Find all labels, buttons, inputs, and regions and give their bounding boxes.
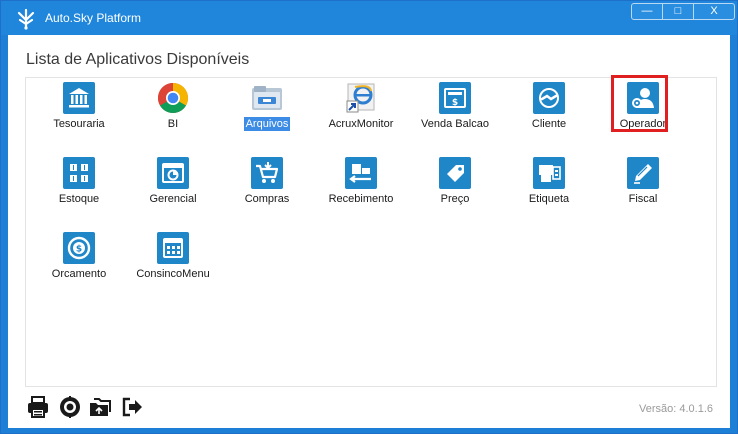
app-label: Tesouraria xyxy=(53,118,105,130)
app-operador[interactable]: Operador xyxy=(596,78,690,148)
label-printer-icon xyxy=(533,157,565,189)
app-arquivos[interactable]: Arquivos xyxy=(220,78,314,148)
operator-gear-icon xyxy=(627,82,659,114)
app-orcamento[interactable]: $ Orcamento xyxy=(32,228,126,298)
shopping-cart-icon xyxy=(251,157,283,189)
grid-menu-icon xyxy=(157,232,189,264)
app-tesouraria[interactable]: Tesouraria xyxy=(32,78,126,148)
app-label: ConsincoMenu xyxy=(136,268,210,280)
title-bar[interactable]: Auto.Sky Platform — □ X xyxy=(1,1,737,35)
app-etiqueta[interactable]: Etiqueta xyxy=(502,153,596,223)
app-label: Venda Balcao xyxy=(421,118,489,130)
gear-icon[interactable] xyxy=(58,395,82,419)
autosky-logo-icon xyxy=(17,8,35,30)
app-label: Estoque xyxy=(58,193,100,205)
app-preco[interactable]: Preço xyxy=(408,153,502,223)
file-explorer-icon xyxy=(252,86,282,110)
app-venda-balcao[interactable]: $ Venda Balcao xyxy=(408,78,502,148)
warehouse-icon xyxy=(63,157,95,189)
app-window: Auto.Sky Platform — □ X Lista de Aplicat… xyxy=(0,0,738,434)
money-cycle-icon: $ xyxy=(63,232,95,264)
ie-shortcut-icon xyxy=(346,83,375,113)
apps-panel: Tesouraria BI Arquivos AcruxMonitor $ Ve… xyxy=(25,77,717,387)
dashboard-icon xyxy=(157,157,189,189)
app-label: Cliente xyxy=(531,118,567,130)
folders-icon[interactable] xyxy=(88,395,112,419)
app-label: AcruxMonitor xyxy=(328,118,394,130)
window-title: Auto.Sky Platform xyxy=(45,11,142,25)
app-gerencial[interactable]: Gerencial xyxy=(126,153,220,223)
app-label: Recebimento xyxy=(328,193,394,205)
app-label: Etiqueta xyxy=(528,193,570,205)
app-label: Preço xyxy=(440,193,470,205)
page-title: Lista de Aplicativos Disponíveis xyxy=(26,51,250,68)
cash-register-icon: $ xyxy=(439,82,471,114)
app-cliente[interactable]: Cliente xyxy=(502,78,596,148)
pencil-icon xyxy=(627,157,659,189)
app-label: Arquivos xyxy=(243,117,291,131)
app-label: Orcamento xyxy=(51,268,107,280)
app-acruxmonitor[interactable]: AcruxMonitor xyxy=(314,78,408,148)
app-bi[interactable]: BI xyxy=(126,78,220,148)
app-label: Gerencial xyxy=(149,193,197,205)
app-label: Fiscal xyxy=(628,193,658,205)
svg-text:$: $ xyxy=(76,245,82,255)
chrome-icon xyxy=(157,83,189,114)
app-consincomenu[interactable]: ConsincoMenu xyxy=(126,228,220,298)
maximize-button[interactable]: □ xyxy=(662,3,694,20)
price-tag-icon xyxy=(439,157,471,189)
close-button[interactable]: X xyxy=(693,3,735,20)
bank-icon xyxy=(63,82,95,114)
app-label: Compras xyxy=(244,193,290,205)
app-compras[interactable]: Compras xyxy=(220,153,314,223)
app-fiscal[interactable]: Fiscal xyxy=(596,153,690,223)
version-text: Versão: 4.0.1.6 xyxy=(639,403,713,415)
customer-handshake-icon xyxy=(533,82,565,114)
app-label: BI xyxy=(167,118,179,130)
window-controls: — □ X xyxy=(631,3,735,21)
receiving-icon xyxy=(345,157,377,189)
exit-icon[interactable] xyxy=(120,395,144,419)
app-recebimento[interactable]: Recebimento xyxy=(314,153,408,223)
client-area: Lista de Aplicativos Disponíveis Tesoura… xyxy=(8,35,730,428)
printer-icon[interactable] xyxy=(26,395,50,419)
minimize-button[interactable]: — xyxy=(631,3,663,20)
app-estoque[interactable]: Estoque xyxy=(32,153,126,223)
svg-text:$: $ xyxy=(452,98,458,108)
app-label: Operador xyxy=(619,118,667,130)
